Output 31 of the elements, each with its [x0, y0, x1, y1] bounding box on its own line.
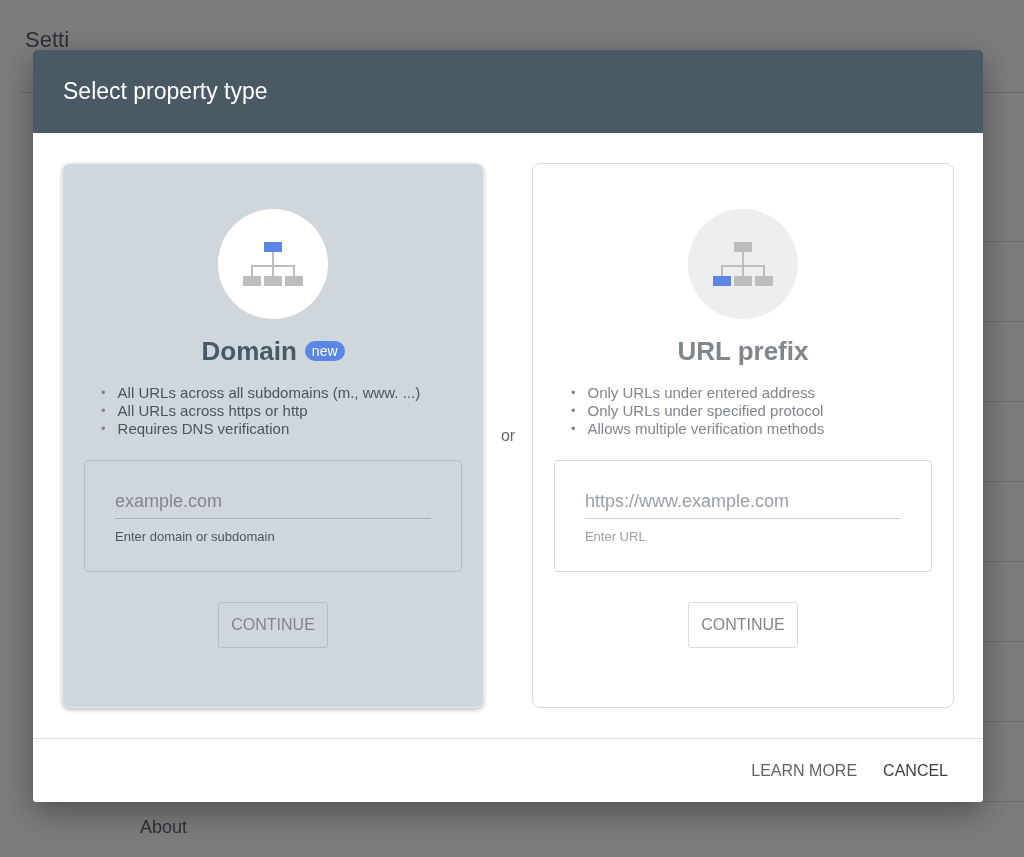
field-hint: Enter domain or subdomain [115, 529, 275, 544]
bullet: • [101, 402, 106, 420]
continue-button[interactable]: CONTINUE [218, 602, 329, 648]
option-card[interactable]: URL prefix • Only URLs under entered address • Only URLs under specified protocol • Allows multiple verification methods https://www.example.com Enter URL CONTINUE [531, 163, 954, 708]
feature-item: Allows multiple verification methods [587, 420, 825, 438]
input-field[interactable]: https://www.example.com [584, 491, 901, 519]
bullet: • [570, 384, 576, 402]
bullet: • [101, 420, 106, 438]
feature-item: All URLs across all subdomains (m., www. ...) [117, 384, 421, 402]
option-title: URL prefix [677, 335, 809, 367]
cancel-button[interactable]: CANCEL [874, 753, 957, 788]
new-badge: new [304, 341, 345, 361]
feature-item: All URLs across https or http [117, 402, 308, 420]
sitemap-icon [712, 242, 773, 286]
page-title: Setti [25, 27, 70, 53]
input-field[interactable]: example.com [115, 491, 432, 519]
bullet: • [101, 384, 106, 402]
learn-more-button[interactable]: LEARN MORE [742, 753, 867, 788]
continue-button[interactable]: CONTINUE [687, 602, 798, 648]
dialog-title: Select property type [63, 78, 268, 105]
feature-item: Only URLs under entered address [587, 384, 816, 402]
option-card[interactable]: Domain new • All URLs across all subdomains (m., www. ...) • All URLs across https or http • Requires DNS verification example.com Enter domain or subdomain CONTINUE [62, 163, 485, 708]
field-hint: Enter URL [584, 529, 646, 544]
separator-text: or [500, 426, 516, 445]
bullet: • [570, 402, 576, 420]
feature-item: Requires DNS verification [117, 420, 290, 438]
sidebar-link[interactable]: About [140, 817, 188, 838]
option-title: Domain [201, 335, 297, 367]
feature-item: Only URLs under specified protocol [587, 402, 824, 420]
sitemap-icon [243, 242, 304, 286]
bullet: • [570, 420, 576, 438]
